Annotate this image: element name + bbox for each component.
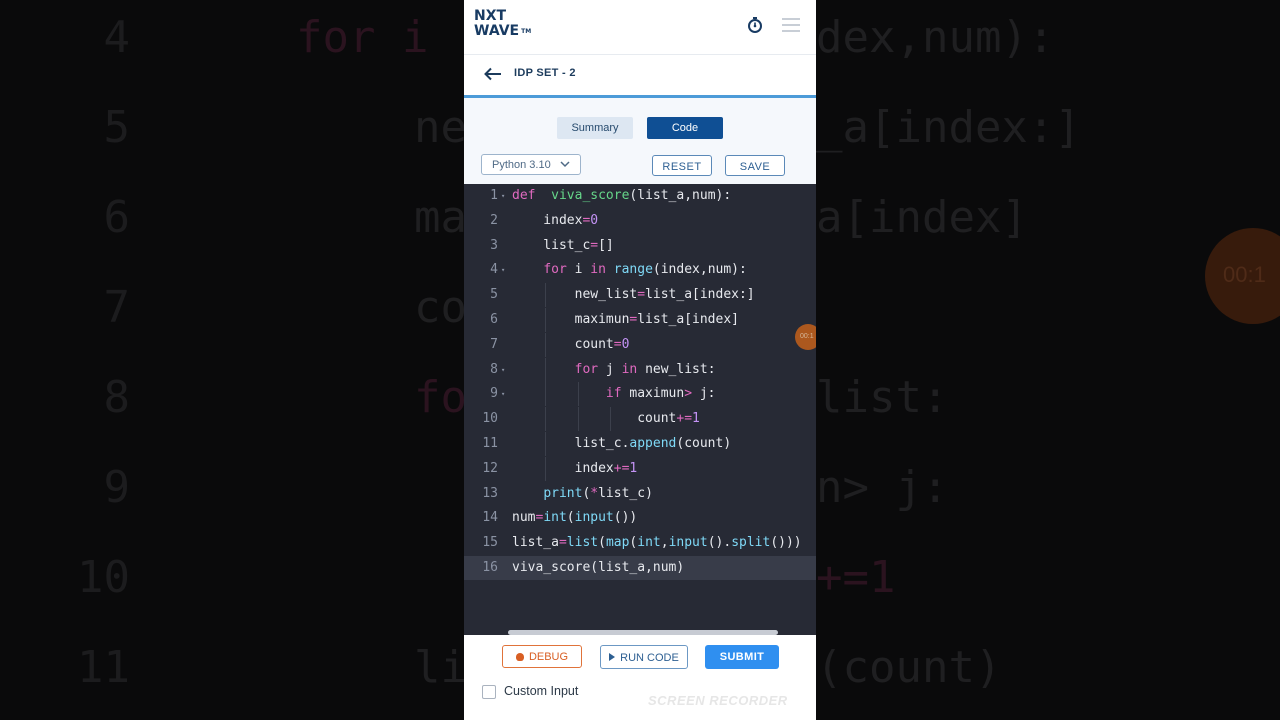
line-number: 12 xyxy=(482,460,498,476)
code-line[interactable]: 16 viva_score(list_a,num) xyxy=(464,556,816,580)
play-icon xyxy=(609,653,616,661)
code-editor[interactable]: 1 ▾ def viva_score(list_a,num): 2 index=0 3 … xyxy=(464,184,816,635)
floating-timer-bubble[interactable]: 00:1 xyxy=(795,324,816,350)
line-number: 6 xyxy=(490,312,498,327)
custom-input-checkbox[interactable] xyxy=(482,685,496,699)
fold-arrow-icon[interactable]: ▾ xyxy=(501,184,505,208)
line-number: 16 xyxy=(482,560,498,575)
run-code-button[interactable]: RUN CODE xyxy=(600,645,688,669)
logo-tm: TM xyxy=(521,28,532,35)
code-text: list_c=[] xyxy=(512,237,614,253)
code-text: if maximun> j: xyxy=(605,386,716,402)
code-text: index=0 xyxy=(512,212,599,228)
code-line[interactable]: 5 new_list=list_a[index:] xyxy=(464,283,816,308)
app-header: NXT WAVE TM xyxy=(464,0,816,55)
code-line[interactable]: 4 ▾ for i in range(index,num): xyxy=(464,258,816,282)
code-text: viva_score(list_a,num) xyxy=(512,560,685,575)
code-line[interactable]: 7 count=0 xyxy=(464,332,816,357)
code-text: count=0 xyxy=(512,336,630,352)
hamburger-menu-icon[interactable] xyxy=(782,18,800,32)
screen-recorder-watermark: SCREEN RECORDER xyxy=(648,693,788,708)
run-code-button-label: RUN CODE xyxy=(620,652,679,664)
page-title: IDP SET - 2 xyxy=(514,67,576,79)
line-number: 5 xyxy=(490,287,498,303)
fold-arrow-icon[interactable]: ▾ xyxy=(501,382,505,406)
code-text: list_a=list(map(int,input().split())) xyxy=(512,535,802,551)
chevron-down-icon xyxy=(560,161,570,168)
code-text: for j in new_list: xyxy=(574,361,716,377)
floating-timer-text: 00:1 xyxy=(800,333,814,340)
line-number: 4 xyxy=(490,262,498,278)
code-line[interactable]: 11 list_c.append(count) xyxy=(464,432,816,456)
tab-summary[interactable]: Summary xyxy=(557,117,633,139)
code-line[interactable]: 12 index+=1 xyxy=(464,456,816,481)
code-text: for i in range(index,num): xyxy=(543,262,747,278)
line-number: 11 xyxy=(482,436,498,451)
code-line[interactable]: 15 list_a=list(map(int,input().split())) xyxy=(464,531,816,555)
nxtwave-logo[interactable]: NXT WAVE TM xyxy=(474,9,531,39)
language-select-value: Python 3.10 xyxy=(492,159,551,171)
code-text: index+=1 xyxy=(512,460,638,476)
code-line[interactable]: 10 count+=1 xyxy=(464,407,816,432)
line-number: 7 xyxy=(490,336,498,352)
fold-arrow-icon[interactable]: ▾ xyxy=(501,258,505,282)
line-number: 14 xyxy=(482,510,498,526)
debug-button-label: DEBUG xyxy=(528,651,569,663)
line-number: 10 xyxy=(482,411,498,427)
tab-code[interactable]: Code xyxy=(647,117,723,139)
phone-screen: NXT WAVE TM IDP SET - 2 Summary Code Pyth… xyxy=(464,0,816,720)
stopwatch-icon[interactable] xyxy=(746,16,764,34)
view-tabs: Summary Code xyxy=(464,117,816,141)
save-button[interactable]: SAVE xyxy=(725,155,785,176)
code-line[interactable]: 1 ▾ def viva_score(list_a,num): xyxy=(464,184,816,208)
code-text: new_list=list_a[index:] xyxy=(512,287,755,303)
line-number: 2 xyxy=(490,212,498,228)
line-number: 15 xyxy=(482,535,498,551)
code-line[interactable]: 3 list_c=[] xyxy=(464,234,816,258)
line-number: 3 xyxy=(490,237,498,253)
bug-icon xyxy=(515,652,524,661)
line-number: 8 xyxy=(490,361,498,377)
line-number: 13 xyxy=(482,485,498,501)
language-select[interactable]: Python 3.10 xyxy=(481,154,581,175)
debug-button[interactable]: DEBUG xyxy=(502,645,582,668)
reset-button[interactable]: RESET xyxy=(652,155,712,176)
code-line[interactable]: 2 index=0 xyxy=(464,209,816,233)
line-number: 9 xyxy=(490,386,498,402)
logo-line2: WAVE xyxy=(474,23,520,39)
code-text: print(*list_c) xyxy=(543,485,653,501)
code-line[interactable]: 9 ▾ if maximun> j: xyxy=(464,382,816,407)
code-line[interactable]: 14 num=int(input()) xyxy=(464,506,816,530)
line-number: 1 xyxy=(490,188,498,203)
back-arrow-icon[interactable] xyxy=(484,67,502,81)
code-text: count+=1 xyxy=(512,411,700,427)
fold-arrow-icon[interactable]: ▾ xyxy=(501,358,505,382)
submit-button[interactable]: SUBMIT xyxy=(705,645,779,669)
code-text: maximun=list_a[index] xyxy=(512,312,739,327)
logo-line1: NXT xyxy=(474,8,507,24)
code-line[interactable]: 8 ▾ for j in new_list: xyxy=(464,357,816,382)
code-text: list_c.append(count) xyxy=(512,436,732,451)
code-line[interactable]: 6 maximun=list_a[index] xyxy=(464,308,816,332)
code-line[interactable]: 13 print(*list_c) xyxy=(464,482,816,506)
code-text: num=int(input()) xyxy=(512,510,638,526)
page-title-bar: IDP SET - 2 xyxy=(464,55,816,98)
code-text: def viva_score(list_a,num): xyxy=(512,188,732,203)
custom-input-label: Custom Input xyxy=(504,684,579,698)
